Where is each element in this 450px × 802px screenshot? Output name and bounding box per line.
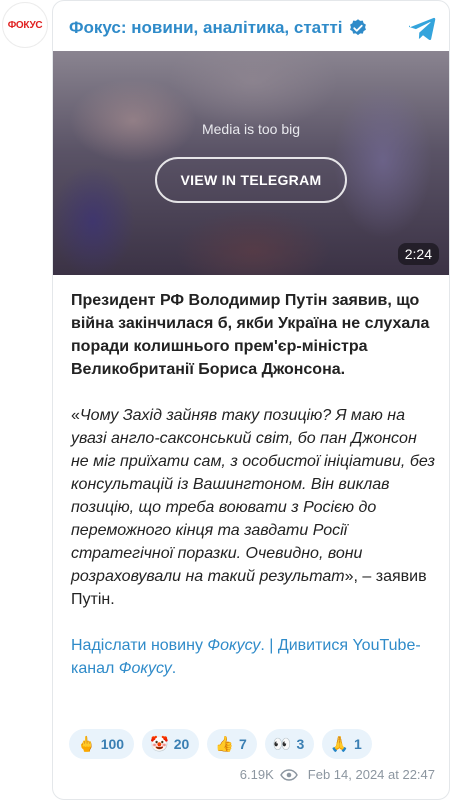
channel-name-link[interactable]: Фокус: новини, аналітика, статті — [69, 18, 343, 38]
middle-finger-icon: 🖕 — [77, 735, 96, 753]
reaction-count: 1 — [353, 736, 362, 752]
reaction-clown[interactable]: 🤡 20 — [142, 729, 200, 759]
reaction-thumbs-up[interactable]: 👍 7 — [207, 729, 257, 759]
quote-italic-text: Чому Захід зайняв таку позицію? Я маю на… — [71, 407, 435, 585]
eyes-icon: 👀 — [272, 735, 292, 753]
reaction-eyes[interactable]: 👀 3 — [264, 729, 315, 759]
message-meta: 6.19K Feb 14, 2024 at 22:47 — [240, 767, 435, 782]
reaction-count: 7 — [239, 736, 247, 752]
video-preview[interactable]: Media is too big VIEW IN TELEGRAM 2:24 — [53, 51, 449, 275]
links-separator: | — [264, 637, 278, 654]
reactions-bar: 🖕 100 🤡 20 👍 7 👀 3 🙏 1 — [69, 729, 372, 759]
message-card: Фокус: новини, аналітика, статті Media i… — [52, 0, 450, 800]
message-quote: «Чому Захід зайняв таку позицію? Я маю н… — [71, 404, 437, 611]
video-duration-badge: 2:24 — [397, 243, 439, 265]
view-in-telegram-button[interactable]: VIEW IN TELEGRAM — [155, 157, 347, 203]
folded-hands-icon: 🙏 — [330, 735, 349, 753]
message-text: Президент РФ Володимир Путін заявив, що … — [71, 289, 437, 680]
view-count: 6.19K — [239, 767, 274, 782]
quote-open-mark: « — [71, 407, 80, 424]
reaction-count: 100 — [100, 736, 125, 752]
message-lead: Президент РФ Володимир Путін заявив, що … — [71, 292, 430, 378]
clown-icon: 🤡 — [150, 735, 169, 753]
media-too-big-note: Media is too big — [201, 121, 301, 137]
reaction-middle-finger[interactable]: 🖕 100 — [69, 729, 135, 759]
send-news-link-text: Надіслати новину — [71, 637, 208, 654]
channel-avatar[interactable]: ФОКУС — [2, 2, 48, 48]
eye-icon — [279, 768, 298, 781]
verified-icon — [349, 19, 366, 36]
send-news-link[interactable]: Надіслати новину Фокусу. — [71, 637, 265, 654]
avatar-logo-text: ФОКУС — [7, 19, 43, 31]
youtube-link-end: . — [171, 660, 177, 677]
send-news-link-em: Фокусу — [207, 637, 261, 654]
thumbs-up-icon: 👍 — [215, 735, 234, 753]
telegram-icon[interactable] — [407, 13, 437, 43]
youtube-link-em: Фокусу — [118, 660, 172, 677]
message-header: Фокус: новини, аналітика, статті — [69, 11, 439, 45]
message-date-link[interactable]: Feb 14, 2024 at 22:47 — [308, 767, 435, 782]
reaction-count: 20 — [173, 736, 190, 752]
reaction-pray[interactable]: 🙏 1 — [322, 729, 372, 759]
message-links: Надіслати новину Фокусу. | Дивитися YouT… — [71, 634, 437, 680]
reaction-count: 3 — [296, 736, 305, 752]
